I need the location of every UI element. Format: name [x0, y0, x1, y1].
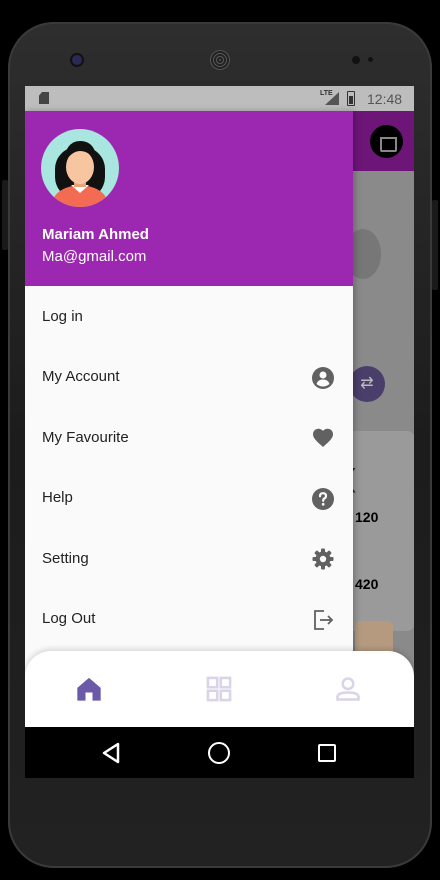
menu-item-label: Help: [42, 489, 73, 507]
recent-apps-icon[interactable]: [318, 744, 336, 762]
menu-item-my-account[interactable]: My Account: [25, 347, 353, 408]
account-circle-icon: [312, 366, 334, 389]
avatar-illustration: [51, 141, 109, 207]
power-button: [432, 200, 438, 290]
status-bar: LTE 12:48: [25, 86, 414, 111]
system-navigation-bar: [25, 727, 414, 778]
background-card: [345, 431, 414, 631]
bottom-navigation: [25, 651, 414, 727]
home-button-icon[interactable]: [208, 742, 230, 764]
earpiece-speaker: [210, 50, 230, 70]
light-sensor: [368, 57, 373, 62]
gear-icon: [312, 548, 334, 570]
drawer-menu: Log in My Account My Favourite Help Sett…: [25, 286, 353, 649]
front-camera: [72, 55, 82, 65]
avatar[interactable]: [41, 129, 119, 207]
screen: ⇄ ( 120 420 LTE 12:48: [25, 86, 414, 778]
shopping-bag-icon: [370, 125, 403, 158]
volume-button: [2, 180, 8, 250]
menu-item-log-out[interactable]: Log Out: [25, 589, 353, 650]
grid-icon[interactable]: [205, 675, 233, 703]
menu-item-help[interactable]: Help: [25, 468, 353, 529]
battery-icon: [347, 91, 355, 106]
menu-item-label: Setting: [42, 549, 89, 567]
user-email: Ma@gmail.com: [42, 248, 147, 265]
user-name: Mariam Ahmed: [42, 226, 149, 243]
heart-icon: [313, 428, 333, 447]
menu-item-log-in[interactable]: Log in: [25, 286, 353, 347]
phone-frame: ⇄ ( 120 420 LTE 12:48: [0, 0, 440, 880]
sd-card-icon: [39, 92, 49, 104]
proximity-sensor: [352, 56, 360, 64]
back-icon[interactable]: [101, 742, 121, 764]
drawer-header: Mariam Ahmed Ma@gmail.com: [25, 111, 353, 286]
help-circle-icon: [312, 487, 334, 510]
menu-item-label: Log in: [42, 307, 83, 325]
swap-icon: ⇄: [349, 366, 385, 402]
menu-item-setting[interactable]: Setting: [25, 528, 353, 589]
status-time: 12:48: [367, 91, 403, 107]
menu-item-label: My Account: [42, 368, 120, 386]
background-price: 420: [355, 576, 379, 592]
network-type: LTE: [320, 90, 333, 97]
background-price: 120: [355, 509, 379, 525]
logout-icon: [314, 609, 334, 630]
person-icon[interactable]: [334, 675, 362, 703]
menu-item-my-favourite[interactable]: My Favourite: [25, 407, 353, 468]
home-icon[interactable]: [75, 675, 103, 703]
menu-item-label: My Favourite: [42, 428, 129, 446]
menu-item-label: Log Out: [42, 610, 96, 628]
